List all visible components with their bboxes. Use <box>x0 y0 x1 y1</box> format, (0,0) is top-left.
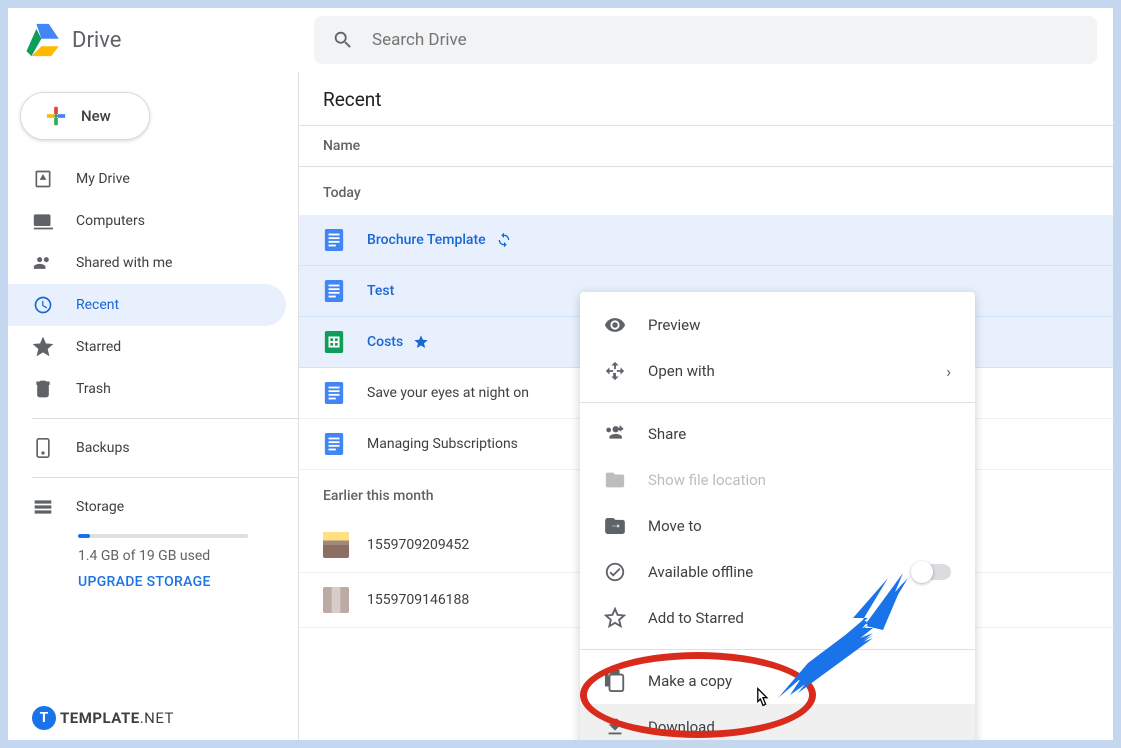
sidebar-item-trash[interactable]: Trash <box>8 368 286 410</box>
folder-icon <box>604 469 626 491</box>
context-menu: Preview Open with › Share Show file loca… <box>580 292 975 740</box>
menu-item-open-with[interactable]: Open with › <box>580 348 975 394</box>
file-name: 1559709146188 <box>367 592 469 608</box>
open-with-icon <box>604 360 626 382</box>
sidebar-item-shared[interactable]: Shared with me <box>8 242 286 284</box>
menu-label: Make a copy <box>648 672 951 690</box>
column-header-name[interactable]: Name <box>299 125 1113 167</box>
sidebar-item-backups[interactable]: Backups <box>8 427 286 469</box>
logo-section: Drive <box>24 22 314 58</box>
file-name: 1559709209452 <box>367 537 469 553</box>
header: Drive <box>8 8 1113 72</box>
docs-icon <box>323 433 345 455</box>
app-title: Drive <box>72 28 121 53</box>
sidebar-item-my-drive[interactable]: My Drive <box>8 158 286 200</box>
docs-icon <box>323 280 345 302</box>
nav-label: Computers <box>76 213 145 229</box>
menu-label: Open with <box>648 362 946 380</box>
divider <box>32 477 298 478</box>
drive-logo-icon <box>24 22 60 58</box>
offline-icon <box>604 561 626 583</box>
trash-icon <box>32 378 54 400</box>
share-icon <box>604 423 626 445</box>
sidebar-item-storage[interactable]: Storage <box>8 486 286 528</box>
menu-item-show-location[interactable]: Show file location <box>580 457 975 503</box>
nav-label: Starred <box>76 339 121 355</box>
file-name: Brochure Template <box>367 232 486 248</box>
menu-item-share[interactable]: Share <box>580 411 975 457</box>
star-icon <box>604 607 626 629</box>
star-icon <box>413 334 429 350</box>
page-title: Recent <box>299 72 1113 125</box>
menu-item-star[interactable]: Add to Starred <box>580 595 975 641</box>
nav-label: Backups <box>76 440 130 456</box>
plus-icon <box>45 105 67 127</box>
watermark-icon: T <box>32 706 56 730</box>
menu-label: Share <box>648 425 951 443</box>
search-icon <box>332 29 354 51</box>
nav-label: Shared with me <box>76 255 172 271</box>
recent-icon <box>32 294 54 316</box>
menu-label: Available offline <box>648 563 913 581</box>
menu-item-download[interactable]: Download <box>580 704 975 740</box>
image-thumbnail <box>323 532 349 558</box>
new-button[interactable]: New <box>20 92 150 140</box>
nav-label: My Drive <box>76 171 130 187</box>
menu-label: Move to <box>648 517 951 535</box>
offline-toggle[interactable] <box>913 564 951 580</box>
menu-item-move-to[interactable]: Move to <box>580 503 975 549</box>
computers-icon <box>32 210 54 232</box>
upgrade-storage-link[interactable]: UPGRADE STORAGE <box>78 574 298 590</box>
menu-label: Show file location <box>648 471 951 489</box>
sidebar-item-computers[interactable]: Computers <box>8 200 286 242</box>
file-name: Save your eyes at night on <box>367 385 529 401</box>
menu-item-preview[interactable]: Preview <box>580 302 975 348</box>
sidebar-item-recent[interactable]: Recent <box>8 284 286 326</box>
nav-label: Recent <box>76 297 119 313</box>
search-bar[interactable] <box>314 16 1097 64</box>
download-icon <box>604 716 626 738</box>
menu-item-offline[interactable]: Available offline <box>580 549 975 595</box>
chevron-right-icon: › <box>946 362 951 381</box>
menu-label: Preview <box>648 316 951 334</box>
file-row[interactable]: Brochure Template <box>299 215 1113 266</box>
eye-icon <box>604 314 626 336</box>
sheets-icon <box>323 331 345 353</box>
nav-label: Storage <box>76 499 124 515</box>
divider <box>580 649 975 650</box>
sidebar: New My Drive Computers Shared with me Re… <box>8 72 298 740</box>
menu-item-copy[interactable]: Make a copy <box>580 658 975 704</box>
shared-icon <box>32 252 54 274</box>
sync-icon <box>496 232 512 248</box>
menu-label: Download <box>648 718 951 736</box>
docs-icon <box>323 229 345 251</box>
image-thumbnail <box>323 587 349 613</box>
divider <box>580 402 975 403</box>
star-icon <box>32 336 54 358</box>
docs-icon <box>323 382 345 404</box>
storage-icon <box>32 496 54 518</box>
divider <box>32 418 298 419</box>
menu-label: Add to Starred <box>648 609 951 627</box>
storage-bar <box>78 534 248 538</box>
nav-label: Trash <box>76 381 111 397</box>
section-today: Today <box>299 167 1113 215</box>
backups-icon <box>32 437 54 459</box>
watermark: T TEMPLATE.NET <box>32 706 174 730</box>
file-name: Test <box>367 283 394 299</box>
watermark-suffix: .NET <box>140 709 174 727</box>
search-input[interactable] <box>372 30 1079 50</box>
file-name: Costs <box>367 334 403 350</box>
storage-text: 1.4 GB of 19 GB used <box>78 548 298 564</box>
new-label: New <box>81 107 111 125</box>
watermark-text: TEMPLATE <box>60 709 140 727</box>
copy-icon <box>604 670 626 692</box>
my-drive-icon <box>32 168 54 190</box>
file-name: Managing Subscriptions <box>367 436 518 452</box>
storage-meter: 1.4 GB of 19 GB used UPGRADE STORAGE <box>78 534 298 590</box>
sidebar-item-starred[interactable]: Starred <box>8 326 286 368</box>
move-icon <box>604 515 626 537</box>
